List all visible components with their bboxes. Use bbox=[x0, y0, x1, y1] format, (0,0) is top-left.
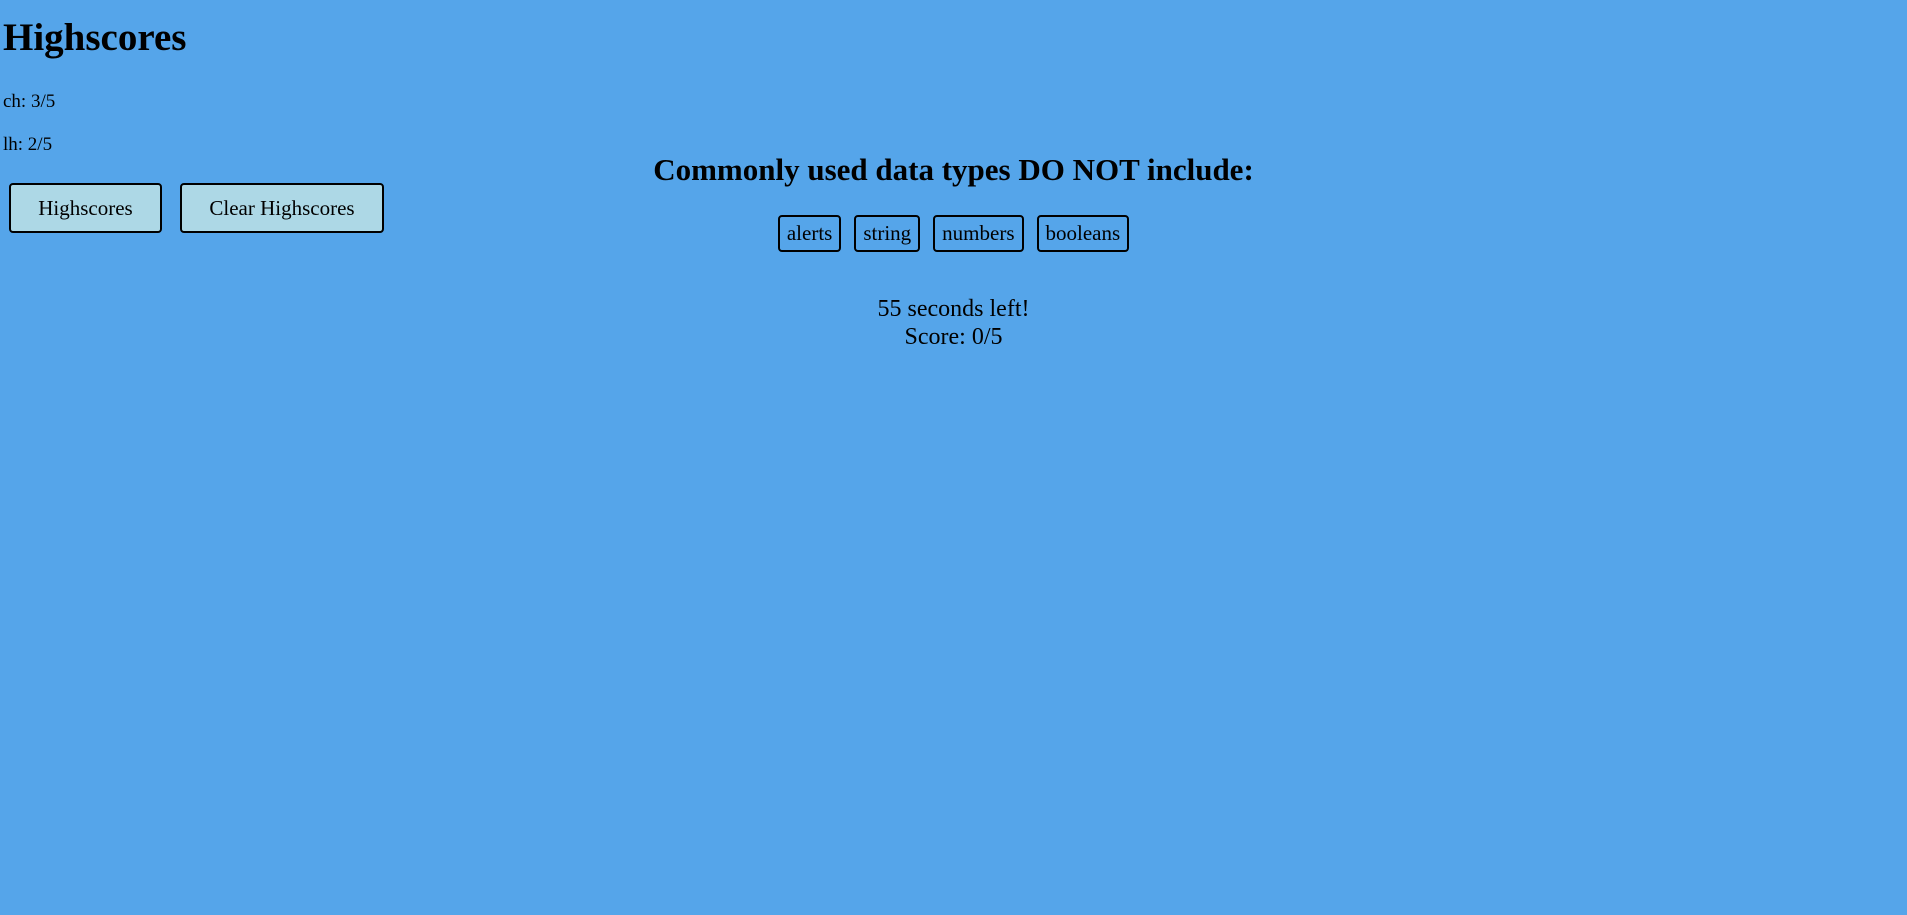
answer-button[interactable]: numbers bbox=[933, 215, 1024, 252]
score-text: Score: 0/5 bbox=[904, 324, 1003, 350]
answer-button[interactable]: string bbox=[854, 215, 921, 252]
highscore-entry: ch: 3/5 bbox=[3, 91, 56, 112]
quiz-status: 55 seconds left! Score: 0/5 bbox=[0, 295, 1907, 351]
answer-choices: alerts string numbers booleans bbox=[0, 215, 1907, 252]
answer-button[interactable]: alerts bbox=[777, 215, 842, 252]
answer-button[interactable]: booleans bbox=[1036, 215, 1130, 252]
question-text: Commonly used data types DO NOT include: bbox=[653, 152, 1254, 187]
timer-text: 55 seconds left! bbox=[877, 296, 1030, 322]
highscores-title: Highscores bbox=[3, 16, 187, 59]
